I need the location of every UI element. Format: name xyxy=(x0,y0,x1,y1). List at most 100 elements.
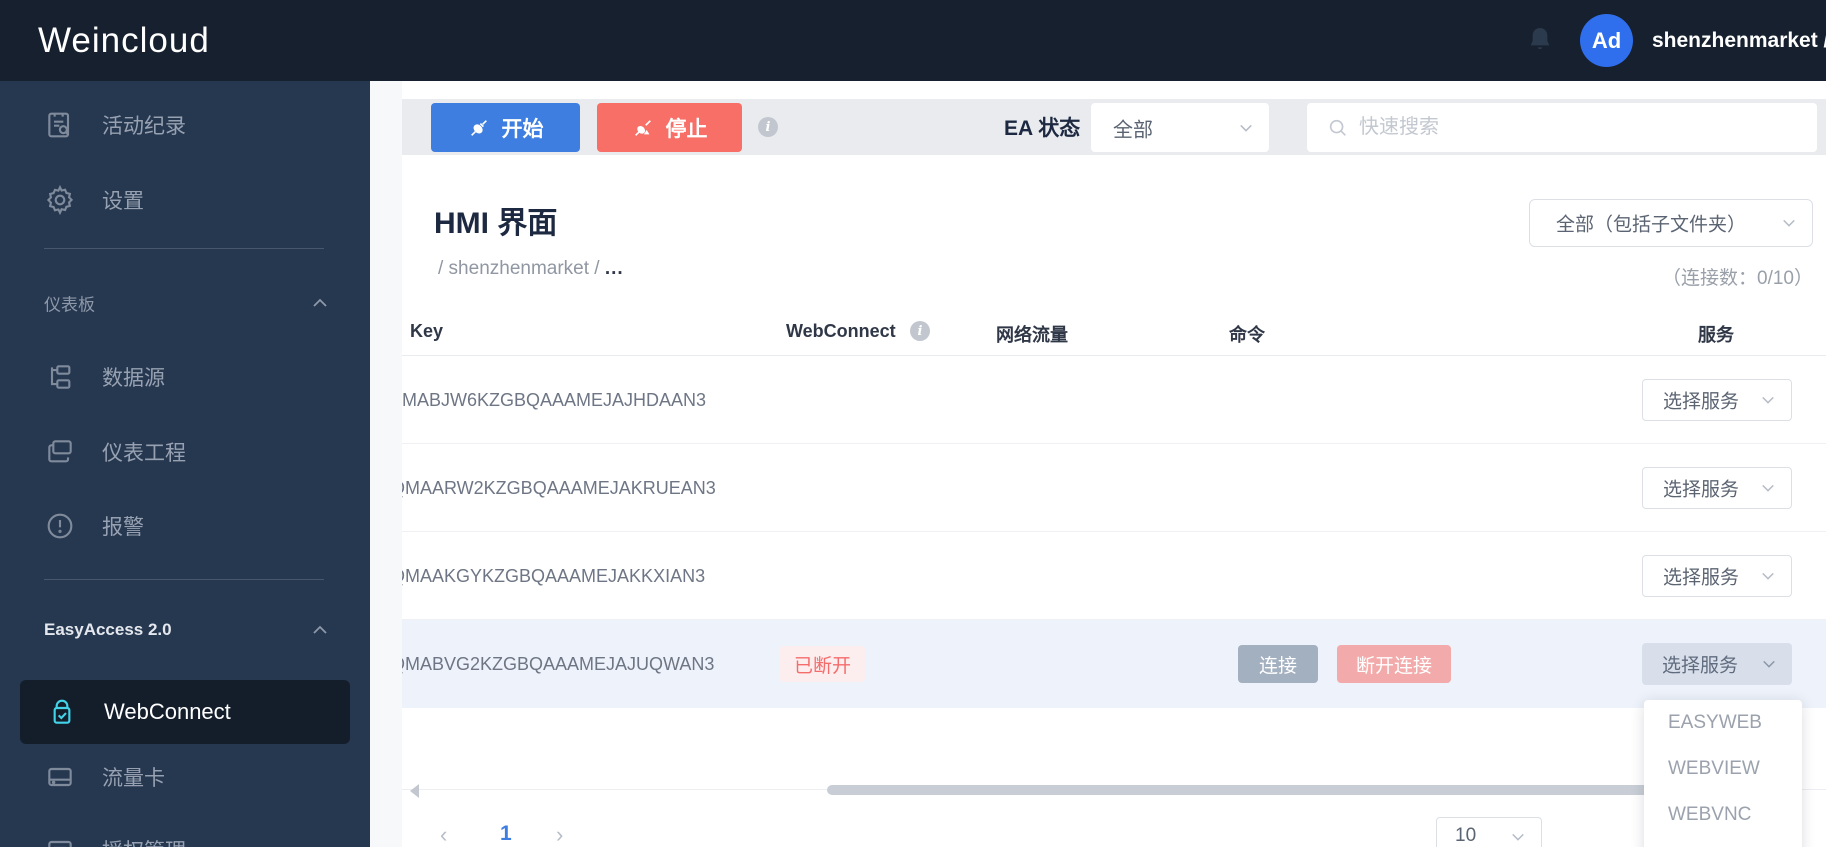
page-size-select[interactable]: 10 xyxy=(1436,817,1542,847)
chevron-down-icon xyxy=(1763,660,1775,668)
sidebar-divider xyxy=(44,579,324,580)
sidebar-item-label: 设置 xyxy=(102,190,144,213)
sidebar-section-easyaccess[interactable]: EasyAccess 2.0 xyxy=(0,600,370,660)
sidebar-item-license[interactable]: 授权管理 xyxy=(0,820,370,847)
weincloud-logo: Weincloud xyxy=(38,20,210,60)
sidebar-item-data-card[interactable]: 流量卡 xyxy=(0,747,370,807)
breadcrumb[interactable]: / shenzhenmarket / ... xyxy=(438,258,624,280)
ea-status-value: 全部 xyxy=(1113,119,1153,141)
notifications-bell-icon[interactable] xyxy=(1524,24,1556,56)
folder-filter-select[interactable]: 全部（包括子文件夹） xyxy=(1529,199,1813,247)
select-service-label: 选择服务 xyxy=(1663,567,1740,589)
data-card-icon xyxy=(48,767,72,787)
stop-button[interactable]: 停止 xyxy=(597,103,742,152)
table-row: QMAAKGYKZGBQAAAMEJAKKXIAN3 选择服务 xyxy=(402,532,1826,620)
account-name[interactable]: shenzhenmarket / a xyxy=(1652,29,1826,53)
stop-button-label: 停止 xyxy=(665,117,708,141)
plug-connect-icon xyxy=(470,119,487,136)
pagination-prev[interactable]: ‹ xyxy=(440,822,447,847)
sidebar-divider xyxy=(44,248,324,249)
ea-status-label: EA 状态 xyxy=(1004,117,1081,140)
content-gutter xyxy=(370,81,402,847)
sidebar-item-label: 流量卡 xyxy=(102,767,165,790)
sidebar-item-label: 授权管理 xyxy=(102,835,186,847)
app-root: Weincloud Ad shenzhenmarket / a 活动纪录 设置 xyxy=(0,0,1826,847)
connection-count: （连接数：0/10） xyxy=(1662,268,1813,289)
pagination-next[interactable]: › xyxy=(556,822,563,847)
pagination-page-1[interactable]: 1 xyxy=(500,822,512,846)
select-service-label: 选择服务 xyxy=(1663,391,1740,413)
user-avatar[interactable]: Ad xyxy=(1580,14,1633,67)
chevron-down-icon xyxy=(1240,124,1252,132)
service-menu: EASYWEB WEBVIEW WEBVNC xyxy=(1644,700,1802,847)
hmi-key-cell: QMAAKGYKZGBQAAAMEJAKKXIAN3 xyxy=(402,532,742,620)
status-badge-disconnected: 已断开 xyxy=(780,646,866,682)
sidebar-item-label: 仪表工程 xyxy=(102,442,186,465)
select-service-dropdown[interactable]: 选择服务 xyxy=(1642,467,1792,509)
toolbar: 开始 停止 i EA 状态 全部 xyxy=(402,99,1826,155)
webconnect-info-icon[interactable]: i xyxy=(910,321,930,341)
column-command: 命令 xyxy=(1229,325,1265,345)
search-icon xyxy=(1329,119,1346,136)
toolbar-info-icon[interactable]: i xyxy=(758,117,778,137)
chevron-up-icon xyxy=(313,298,327,307)
service-menu-item-easyweb[interactable]: EASYWEB xyxy=(1644,700,1802,746)
horizontal-scrollbar-thumb[interactable] xyxy=(827,785,1735,795)
connect-button[interactable]: 连接 xyxy=(1238,645,1318,683)
column-network-traffic: 网络流量 xyxy=(996,325,1068,345)
scroll-left-arrow-icon[interactable] xyxy=(410,784,419,798)
sidebar-item-dashboard-project[interactable]: 仪表工程 xyxy=(0,422,370,482)
table-header: Key WebConnect i 网络流量 命令 服务 xyxy=(402,313,1826,356)
ea-status-select[interactable]: 全部 xyxy=(1091,103,1269,152)
table-row: QMAARW2KZGBQAAAMEJAKRUEAN3 选择服务 xyxy=(402,444,1826,532)
select-service-dropdown-open[interactable]: 选择服务 xyxy=(1642,643,1792,685)
quick-search-box xyxy=(1307,103,1817,152)
breadcrumb-ellipsis[interactable]: ... xyxy=(605,258,624,279)
column-webconnect: WebConnect xyxy=(786,321,896,341)
hmi-key-cell: QMABVG2KZGBQAAAMEJAJUQWAN3 xyxy=(402,620,742,708)
hmi-key: QMABVG2KZGBQAAAMEJAJUQWAN3 xyxy=(402,653,715,674)
sidebar-item-webconnect[interactable]: WebConnect xyxy=(20,680,350,744)
activity-log-icon xyxy=(48,112,70,138)
sidebar-item-alarm[interactable]: 报警 xyxy=(0,496,370,556)
sidebar-item-activity-log[interactable]: 活动纪录 xyxy=(0,95,370,155)
service-menu-item-webvnc[interactable]: WEBVNC xyxy=(1644,792,1802,838)
sidebar: 活动纪录 设置 仪表板 数据源 仪表工程 报警 EasyAccess 2.0 W… xyxy=(0,81,370,847)
disconnect-button[interactable]: 断开连接 xyxy=(1337,645,1451,683)
hmi-key: QMAAKGYKZGBQAAAMEJAKKXIAN3 xyxy=(402,565,706,586)
table-row: QMABVG2KZGBQAAAMEJAJUQWAN3 已断开 连接 断开连接 选… xyxy=(402,620,1826,708)
select-service-dropdown[interactable]: 选择服务 xyxy=(1642,555,1792,597)
service-menu-item-webview[interactable]: WEBVIEW xyxy=(1644,746,1802,792)
hmi-key: MABJW6KZGBQAAAMEJAJHDAAN3 xyxy=(402,389,707,410)
quick-search-input[interactable] xyxy=(1359,103,1799,152)
settings-icon xyxy=(46,184,74,216)
sidebar-item-datasource[interactable]: 数据源 xyxy=(0,347,370,407)
section-label: 仪表板 xyxy=(44,295,95,315)
column-key: Key xyxy=(410,321,444,341)
sidebar-item-label: 报警 xyxy=(102,516,144,539)
top-navbar: Weincloud Ad shenzhenmarket / a xyxy=(0,0,1826,81)
page-title: HMI 界面 xyxy=(434,207,558,240)
datasource-icon xyxy=(50,365,71,389)
start-button[interactable]: 开始 xyxy=(431,103,580,152)
alarm-icon xyxy=(47,513,73,539)
webconnect-icon xyxy=(53,699,71,724)
plug-disconnect-icon xyxy=(634,119,651,136)
sidebar-item-label: 数据源 xyxy=(102,367,165,390)
hmi-key-cell: MABJW6KZGBQAAAMEJAJHDAAN3 xyxy=(402,356,742,444)
sidebar-item-label: WebConnect xyxy=(104,699,231,724)
chevron-up-icon xyxy=(313,625,327,634)
folder-filter-value: 全部（包括子文件夹） xyxy=(1556,214,1747,236)
start-button-label: 开始 xyxy=(501,117,544,141)
sidebar-item-settings[interactable]: 设置 xyxy=(0,170,370,230)
chevron-down-icon xyxy=(1762,572,1774,580)
page-size-value: 10 xyxy=(1455,825,1477,846)
hmi-key-cell: QMAARW2KZGBQAAAMEJAKRUEAN3 xyxy=(402,444,742,532)
sidebar-section-dashboard[interactable]: 仪表板 xyxy=(0,273,370,333)
dashboard-project-icon xyxy=(48,440,72,463)
chevron-down-icon xyxy=(1783,219,1795,227)
select-service-label: 选择服务 xyxy=(1663,479,1740,501)
hmi-key: QMAARW2KZGBQAAAMEJAKRUEAN3 xyxy=(402,477,716,498)
sidebar-item-label: 活动纪录 xyxy=(102,115,186,138)
select-service-dropdown[interactable]: 选择服务 xyxy=(1642,379,1792,421)
